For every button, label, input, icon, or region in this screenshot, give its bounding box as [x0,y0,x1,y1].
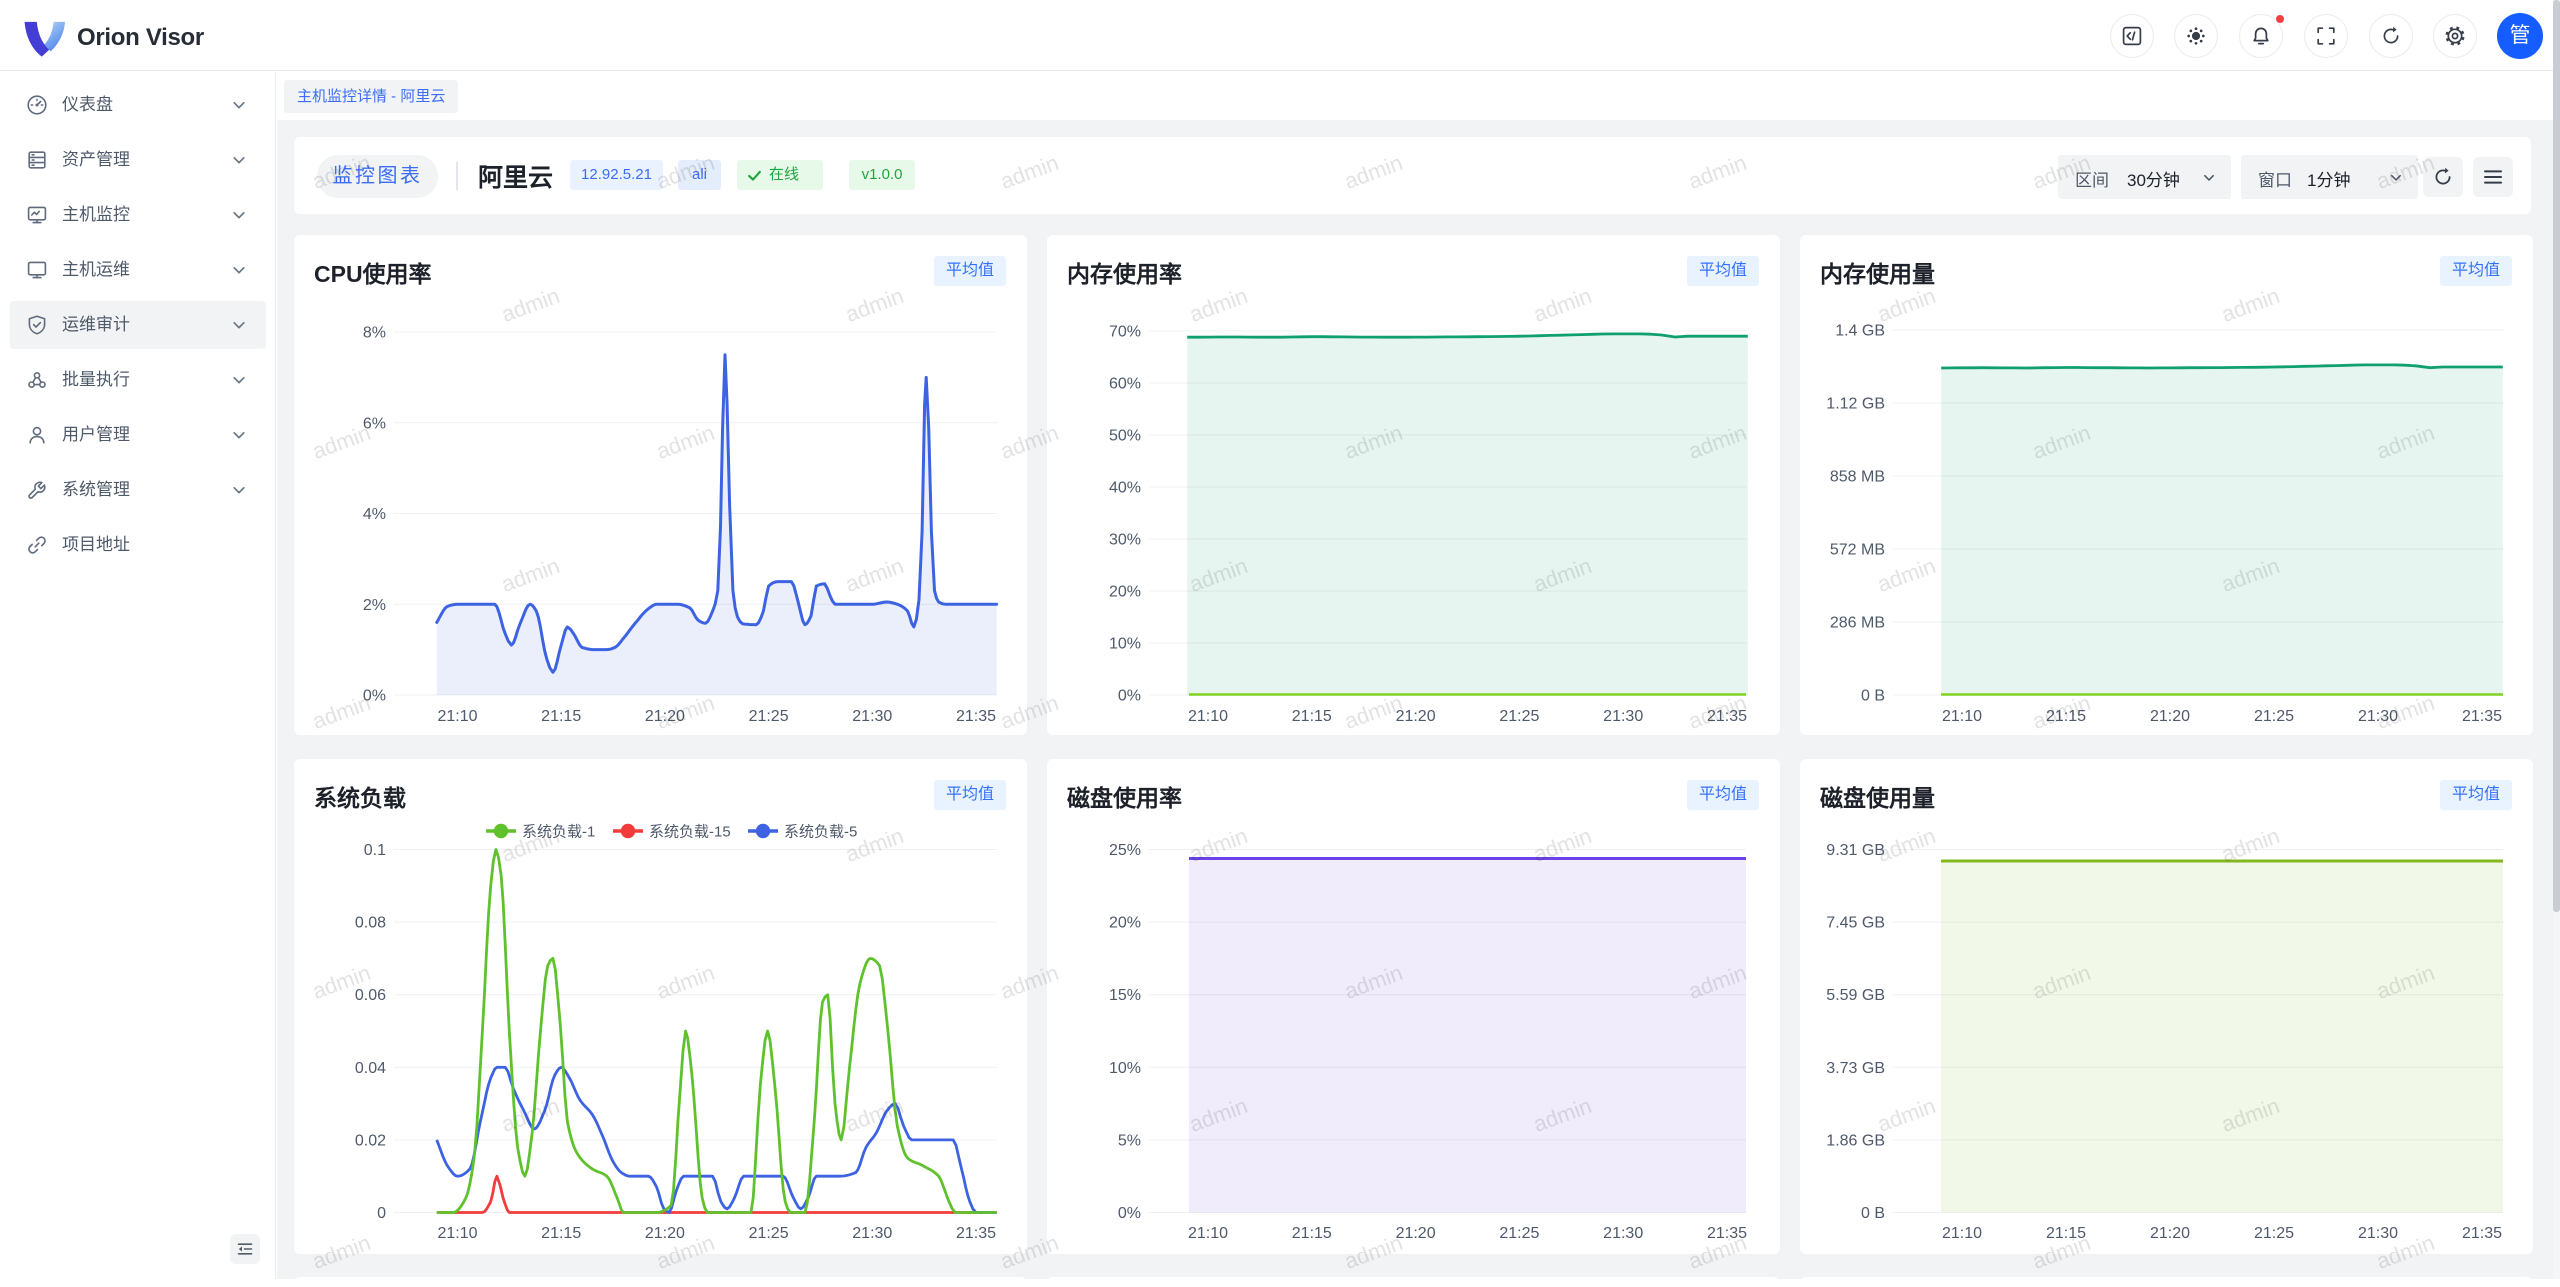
svg-text:6%: 6% [363,415,386,432]
svg-text:21:30: 21:30 [2358,708,2398,725]
svg-text:0.02: 0.02 [355,1132,386,1149]
svg-text:21:25: 21:25 [1499,1225,1539,1242]
svg-text:0%: 0% [1118,1205,1141,1222]
svg-text:10%: 10% [1109,636,1141,653]
svg-text:系统负载-15: 系统负载-15 [649,824,731,841]
svg-text:21:20: 21:20 [2150,1225,2190,1242]
svg-text:21:10: 21:10 [1942,1225,1982,1242]
svg-text:4%: 4% [363,506,386,523]
svg-text:0 B: 0 B [1861,688,1885,705]
svg-text:3.73 GB: 3.73 GB [1826,1060,1885,1077]
svg-text:21:25: 21:25 [2254,1225,2294,1242]
svg-text:21:20: 21:20 [645,1225,685,1242]
svg-text:5%: 5% [1118,1132,1141,1149]
svg-text:系统负载-5: 系统负载-5 [784,824,857,841]
svg-text:0%: 0% [363,688,386,705]
svg-text:0.1: 0.1 [364,842,386,859]
svg-text:0.04: 0.04 [355,1060,386,1077]
svg-text:21:10: 21:10 [1188,1225,1228,1242]
svg-text:0.08: 0.08 [355,915,386,932]
svg-text:21:25: 21:25 [1499,708,1539,725]
svg-text:21:20: 21:20 [645,708,685,725]
svg-text:21:10: 21:10 [1942,708,1982,725]
svg-text:21:10: 21:10 [1188,708,1228,725]
svg-text:21:10: 21:10 [437,1225,477,1242]
svg-text:0: 0 [377,1205,386,1222]
svg-text:25%: 25% [1109,842,1141,859]
svg-text:2%: 2% [363,597,386,614]
svg-text:0 B: 0 B [1861,1205,1885,1222]
svg-text:7.45 GB: 7.45 GB [1826,915,1885,932]
svg-text:21:30: 21:30 [2358,1225,2398,1242]
svg-text:21:20: 21:20 [2150,708,2190,725]
svg-text:21:35: 21:35 [956,708,996,725]
svg-text:21:30: 21:30 [852,1225,892,1242]
svg-text:21:15: 21:15 [541,1225,581,1242]
svg-text:21:20: 21:20 [1396,708,1436,725]
svg-text:21:20: 21:20 [1396,1225,1436,1242]
svg-text:21:35: 21:35 [956,1225,996,1242]
svg-text:8%: 8% [363,325,386,342]
svg-text:21:25: 21:25 [2254,708,2294,725]
svg-text:5.59 GB: 5.59 GB [1826,987,1885,1004]
svg-text:60%: 60% [1109,376,1141,393]
svg-text:572 MB: 572 MB [1830,542,1885,559]
svg-text:1.86 GB: 1.86 GB [1826,1132,1885,1149]
svg-text:9.31 GB: 9.31 GB [1826,842,1885,859]
svg-text:0.06: 0.06 [355,987,386,1004]
svg-text:21:30: 21:30 [852,708,892,725]
svg-text:70%: 70% [1109,324,1141,341]
svg-text:30%: 30% [1109,532,1141,549]
svg-text:15%: 15% [1109,987,1141,1004]
svg-text:1.12 GB: 1.12 GB [1826,396,1885,413]
svg-text:21:35: 21:35 [2462,1225,2502,1242]
svg-text:21:15: 21:15 [2046,1225,2086,1242]
svg-text:21:15: 21:15 [2046,708,2086,725]
svg-text:286 MB: 286 MB [1830,615,1885,632]
svg-text:21:25: 21:25 [749,1225,789,1242]
svg-text:20%: 20% [1109,584,1141,601]
svg-text:50%: 50% [1109,428,1141,445]
svg-text:21:10: 21:10 [437,708,477,725]
svg-text:40%: 40% [1109,480,1141,497]
svg-text:21:35: 21:35 [2462,708,2502,725]
svg-text:21:30: 21:30 [1603,1225,1643,1242]
svg-text:21:30: 21:30 [1603,708,1643,725]
svg-text:21:25: 21:25 [749,708,789,725]
svg-text:21:35: 21:35 [1707,1225,1747,1242]
svg-text:21:15: 21:15 [1292,708,1332,725]
svg-text:21:15: 21:15 [1292,1225,1332,1242]
svg-text:20%: 20% [1109,915,1141,932]
svg-text:10%: 10% [1109,1060,1141,1077]
svg-text:21:35: 21:35 [1707,708,1747,725]
svg-text:858 MB: 858 MB [1830,469,1885,486]
svg-text:1.4 GB: 1.4 GB [1835,323,1885,340]
svg-text:21:15: 21:15 [541,708,581,725]
svg-text:0%: 0% [1118,688,1141,705]
svg-text:系统负载-1: 系统负载-1 [522,824,595,841]
